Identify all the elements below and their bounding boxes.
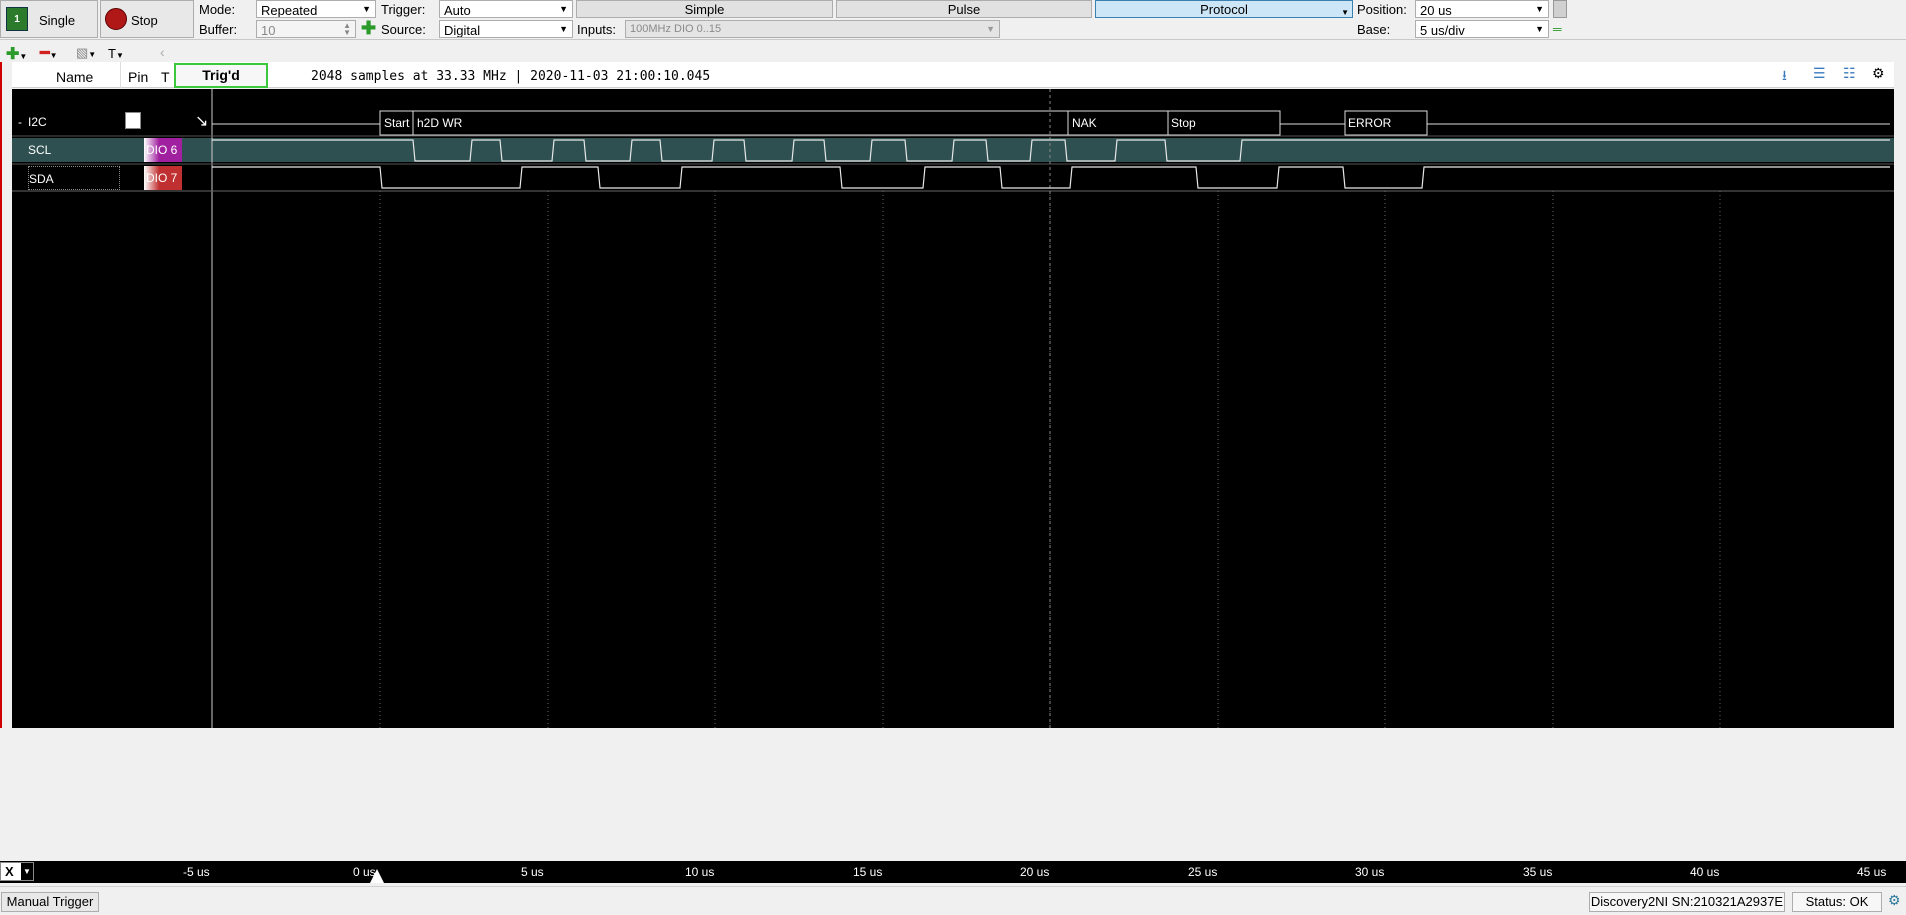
device-label: Discovery2NI SN:210321A2937E	[1590, 894, 1784, 909]
settings-icon[interactable]: ⚙	[1888, 892, 1901, 909]
inputs-select[interactable]: 100MHz DIO 0..15 ▼	[625, 20, 1000, 38]
tab-protocol[interactable]: Protocol ▼	[1095, 0, 1353, 18]
axis-tick: 5 us	[521, 865, 544, 879]
base-options-icon[interactable]: ═	[1553, 20, 1567, 38]
minus-icon[interactable]: ━▼	[40, 43, 58, 63]
pencil-icon[interactable]: ▧▼	[76, 45, 96, 61]
add-source-icon[interactable]: ✚	[361, 18, 376, 39]
channel-header: Name Pin T Trig'd 2048 samples at 33.33 …	[12, 62, 1894, 88]
base-value: 5 us/div	[1420, 23, 1465, 38]
i2c-address-frame	[412, 110, 1069, 136]
trig-status-badge: Trig'd	[174, 63, 268, 88]
decode-address: h2D WR	[417, 116, 463, 130]
source-label: Source:	[381, 22, 426, 37]
position-value: 20 us	[1420, 3, 1452, 18]
axis-tick: 45 us	[1857, 865, 1887, 879]
chevron-down-icon: ▼	[1535, 24, 1544, 34]
position-label: Position:	[1357, 2, 1407, 17]
sda-waveform	[212, 166, 1890, 189]
axis-tick: 20 us	[1020, 865, 1050, 879]
text-tool-label: T	[108, 46, 116, 61]
single-run-icon: 1	[6, 7, 28, 31]
chevron-down-icon: ▼	[559, 24, 568, 34]
trig-status-label: Trig'd	[202, 67, 240, 83]
plus-icon[interactable]: ✚▼	[6, 44, 27, 64]
chevron-down-icon: ▼	[115, 51, 124, 60]
chevron-down-icon: ▼	[1341, 8, 1349, 17]
trigger-position-marker[interactable]	[370, 869, 384, 883]
cursor-align-icon[interactable]: ☰	[1813, 65, 1826, 82]
tab-simple[interactable]: Simple	[576, 0, 833, 18]
header-sep	[120, 62, 121, 88]
collapse-left-icon[interactable]: ‹	[160, 44, 165, 60]
toolbar-divider	[0, 39, 1906, 40]
chevron-down-icon: ▼	[559, 4, 568, 14]
chevron-down-icon: ▼	[362, 4, 371, 14]
manual-trigger-button[interactable]: Manual Trigger	[1, 892, 99, 912]
axis-tick: 10 us	[685, 865, 715, 879]
buffer-spinner[interactable]: 10 ▲ ▼	[256, 20, 356, 38]
chevron-down-icon: ▼	[986, 24, 995, 34]
trigger-value: Auto	[444, 3, 471, 18]
inputs-label: Inputs:	[577, 22, 617, 37]
position-select[interactable]: 20 us ▼	[1415, 0, 1549, 18]
axis-tick: 30 us	[1355, 865, 1385, 879]
mode-value: Repeated	[261, 3, 318, 18]
buffer-value: 10	[261, 23, 276, 38]
acquisition-info: 2048 samples at 33.33 MHz | 2020-11-03 2…	[311, 69, 711, 84]
axis-tick: 35 us	[1523, 865, 1553, 879]
stop-button[interactable]: Stop	[100, 0, 194, 38]
inputs-value: 100MHz DIO 0..15	[630, 23, 722, 35]
stop-label: Stop	[131, 13, 158, 28]
position-options-icon[interactable]	[1553, 0, 1567, 18]
status-indicator: Status: OK	[1792, 892, 1882, 912]
waveform-svg	[12, 89, 1894, 728]
column-pin[interactable]: Pin	[128, 69, 148, 85]
trigger-label: Trigger:	[381, 2, 426, 17]
single-button[interactable]: 1 Single	[0, 0, 98, 38]
mode-select[interactable]: Repeated ▼	[256, 0, 376, 18]
trigger-select[interactable]: Auto ▼	[439, 0, 573, 18]
base-select[interactable]: 5 us/div ▼	[1415, 20, 1549, 38]
decode-nak: NAK	[1072, 116, 1097, 130]
time-axis: X ▼ -5 us 0 us 5 us 10 us 15 us 20 us 25 …	[0, 861, 1906, 883]
stop-icon	[105, 8, 127, 30]
tab-pulse[interactable]: Pulse	[836, 0, 1092, 18]
scl-waveform	[212, 139, 1890, 162]
decode-error: ERROR	[1348, 116, 1392, 130]
device-info[interactable]: Discovery2NI SN:210321A2937E	[1589, 892, 1785, 912]
base-label: Base:	[1357, 22, 1391, 37]
column-name[interactable]: Name	[56, 69, 93, 85]
chevron-down-icon: ▼	[21, 863, 33, 880]
cursor-left-icon[interactable]: ⭳	[1782, 65, 1787, 89]
text-tool[interactable]: T▼	[108, 46, 124, 61]
status-bar: Manual Trigger Discovery2NI SN:210321A29…	[0, 886, 1906, 915]
single-label: Single	[39, 13, 76, 28]
axis-tick: -5 us	[183, 865, 210, 879]
spinner-icon: ▲ ▼	[343, 21, 351, 37]
mode-label: Mode:	[199, 2, 236, 17]
tab-protocol-label: Protocol	[1200, 2, 1248, 17]
axis-tick: 25 us	[1188, 865, 1218, 879]
decode-start: Start	[384, 116, 410, 130]
source-select[interactable]: Digital ▼	[439, 20, 573, 38]
source-value: Digital	[444, 23, 481, 38]
axis-menu-button[interactable]: X ▼	[0, 862, 34, 881]
manual-trigger-label: Manual Trigger	[6, 894, 94, 909]
axis-tick: 40 us	[1690, 865, 1720, 879]
buffer-label: Buffer:	[199, 22, 238, 37]
chevron-down-icon: ▼	[1535, 4, 1544, 14]
settings-icon[interactable]: ⚙	[1872, 65, 1885, 82]
cursor-list-icon[interactable]: ☷	[1843, 65, 1856, 82]
column-trigger[interactable]: T	[161, 69, 170, 85]
decode-stop: Stop	[1171, 116, 1196, 130]
status-label: Status: OK	[1805, 894, 1869, 909]
axis-tick: 15 us	[853, 865, 883, 879]
